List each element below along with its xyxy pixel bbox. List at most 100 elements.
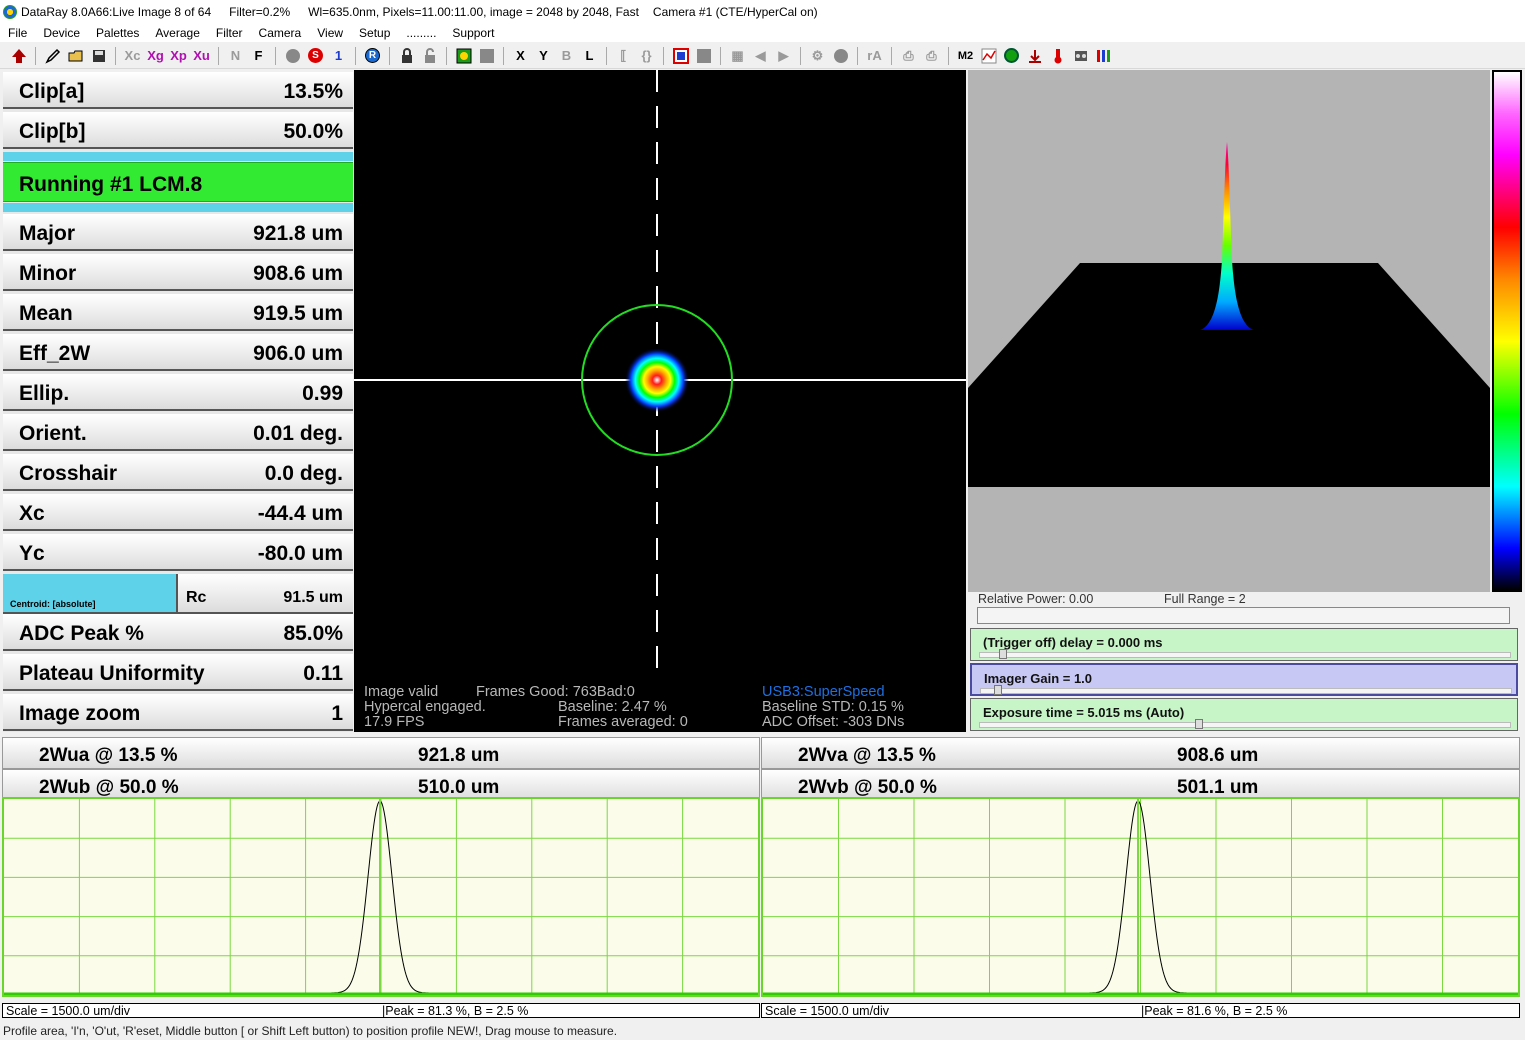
clip-a-row[interactable]: Clip[a] 13.5% xyxy=(3,72,353,109)
b-button[interactable]: B xyxy=(556,46,577,66)
open-folder-icon[interactable] xyxy=(65,46,86,66)
up-arrow-icon[interactable] xyxy=(8,46,29,66)
minor-value: 908.6 um xyxy=(253,262,343,285)
minor-row[interactable]: Minor 908.6 um xyxy=(3,254,353,291)
gain-slider-thumb[interactable] xyxy=(994,685,1002,695)
s-button[interactable]: S xyxy=(305,46,326,66)
m2-button[interactable]: M2 xyxy=(955,46,976,66)
xu-button[interactable]: Xu xyxy=(191,46,212,66)
save-disk-icon[interactable] xyxy=(88,46,109,66)
trigger-slider-thumb[interactable] xyxy=(999,649,1007,659)
exposure-slider[interactable] xyxy=(979,722,1511,728)
palette-icon[interactable] xyxy=(453,46,474,66)
major-row[interactable]: Major 921.8 um xyxy=(3,214,353,251)
print-icon[interactable]: ⎙ xyxy=(898,46,919,66)
f-button[interactable]: F xyxy=(248,46,269,66)
v-width-a-row[interactable]: 2Wva @ 13.5 % 908.6 um xyxy=(761,737,1520,769)
toolbar-separator xyxy=(115,46,116,65)
u-width-b-value: 510.0 um xyxy=(418,777,500,798)
target-icon[interactable] xyxy=(1001,46,1022,66)
v-profile-graph xyxy=(763,799,1518,995)
x-button[interactable]: X xyxy=(510,46,531,66)
xg-button[interactable]: Xg xyxy=(145,46,166,66)
menu-camera[interactable]: Camera xyxy=(251,26,310,40)
image-status: Image valid Frames Good: 763Bad:0 USB3:S… xyxy=(364,685,964,731)
lock-icon[interactable] xyxy=(396,46,417,66)
gain-control[interactable]: Imager Gain = 1.0 xyxy=(970,663,1518,696)
rc-cell[interactable]: Rc 91.5 um xyxy=(178,574,353,612)
plateau-row[interactable]: Plateau Uniformity 0.11 xyxy=(3,654,353,691)
orient-row[interactable]: Orient. 0.01 deg. xyxy=(3,414,353,451)
menu-support[interactable]: Support xyxy=(444,26,502,40)
v-profile-plot[interactable] xyxy=(761,797,1520,997)
ellip-row[interactable]: Ellip. 0.99 xyxy=(3,374,353,411)
gain-label: Imager Gain = 1.0 xyxy=(984,671,1093,686)
bracket-left-icon[interactable]: ⟦ xyxy=(613,46,634,66)
arrow-left-icon[interactable]: ◀ xyxy=(750,46,771,66)
u-scale: Scale = 1500.0 um/div xyxy=(6,1004,131,1018)
toolbar-separator xyxy=(389,46,390,65)
menu-dots[interactable]: ......... xyxy=(398,26,444,40)
u-width-a-row[interactable]: 2Wua @ 13.5 % 921.8 um xyxy=(2,737,760,769)
menu-filter[interactable]: Filter xyxy=(208,26,251,40)
trigger-control[interactable]: (Trigger off) delay = 0.000 ms xyxy=(970,628,1518,661)
stop-circle-icon[interactable] xyxy=(282,46,303,66)
xc-button[interactable]: Xc xyxy=(122,46,143,66)
grid-icon[interactable]: ▦ xyxy=(727,46,748,66)
flag-icon[interactable] xyxy=(670,46,691,66)
l-button[interactable]: L xyxy=(579,46,600,66)
brace-icon[interactable]: {} xyxy=(636,46,657,66)
menu-palettes[interactable]: Palettes xyxy=(88,26,147,40)
toolbar-separator xyxy=(503,46,504,65)
menu-view[interactable]: View xyxy=(309,26,351,40)
stage-icon[interactable] xyxy=(1024,46,1045,66)
trigger-slider[interactable] xyxy=(979,652,1511,658)
one-button[interactable]: 1 xyxy=(328,46,349,66)
3d-surface xyxy=(968,142,1490,487)
menu-setup[interactable]: Setup xyxy=(351,26,398,40)
camera-icon[interactable]: ⚙ xyxy=(807,46,828,66)
camera-info: Camera #1 (CTE/HyperCal on) xyxy=(652,5,818,19)
running-status[interactable]: Running #1 LCM.8 xyxy=(3,162,353,202)
r-button[interactable]: R xyxy=(362,46,383,66)
film-icon[interactable] xyxy=(1070,46,1091,66)
v-profile-footer: Scale = 1500.0 um/div |Peak = 81.6 %, B … xyxy=(761,1003,1520,1018)
eff-2w-row[interactable]: Eff_2W 906.0 um xyxy=(3,334,353,371)
pencil-icon[interactable] xyxy=(42,46,63,66)
print-preview-icon[interactable]: ⎙ xyxy=(921,46,942,66)
mean-value: 919.5 um xyxy=(253,302,343,325)
bars-icon[interactable] xyxy=(1093,46,1114,66)
menu-file[interactable]: File xyxy=(0,26,35,40)
gray-square-icon[interactable] xyxy=(693,46,714,66)
arrow-right-icon[interactable]: ▶ xyxy=(773,46,794,66)
xc-row[interactable]: Xc -44.4 um xyxy=(3,494,353,531)
exposure-control[interactable]: Exposure time = 5.015 ms (Auto) xyxy=(970,698,1518,731)
menu-average[interactable]: Average xyxy=(147,26,207,40)
mean-row[interactable]: Mean 919.5 um xyxy=(3,294,353,331)
clip-b-row[interactable]: Clip[b] 50.0% xyxy=(3,112,353,149)
n-button[interactable]: N xyxy=(225,46,246,66)
unlock-icon[interactable] xyxy=(419,46,440,66)
image-zoom-row[interactable]: Image zoom 1 xyxy=(3,694,353,731)
3d-beam-view[interactable] xyxy=(968,70,1490,592)
major-value: 921.8 um xyxy=(253,222,343,245)
exposure-slider-thumb[interactable] xyxy=(1195,719,1203,729)
crosshair-row[interactable]: Crosshair 0.0 deg. xyxy=(3,454,353,491)
xc-value: -44.4 um xyxy=(257,502,343,525)
y-button[interactable]: Y xyxy=(533,46,554,66)
thermometer-icon[interactable] xyxy=(1047,46,1068,66)
orient-value: 0.01 deg. xyxy=(253,422,343,445)
u-profile-plot[interactable] xyxy=(2,797,760,997)
menu-device[interactable]: Device xyxy=(35,26,88,40)
beam-image xyxy=(354,70,966,670)
xp-button[interactable]: Xp xyxy=(168,46,189,66)
adc-peak-row[interactable]: ADC Peak % 85.0% xyxy=(3,614,353,651)
chart-icon[interactable] xyxy=(978,46,999,66)
centroid-mode[interactable]: Centroid: [absolute] xyxy=(3,574,178,612)
beam-image-view[interactable] xyxy=(354,70,966,732)
gray-square-icon[interactable] xyxy=(476,46,497,66)
gray-circle-icon[interactable] xyxy=(830,46,851,66)
yc-row[interactable]: Yc -80.0 um xyxy=(3,534,353,571)
gain-slider[interactable] xyxy=(980,688,1512,694)
ra-button[interactable]: rA xyxy=(864,46,885,66)
